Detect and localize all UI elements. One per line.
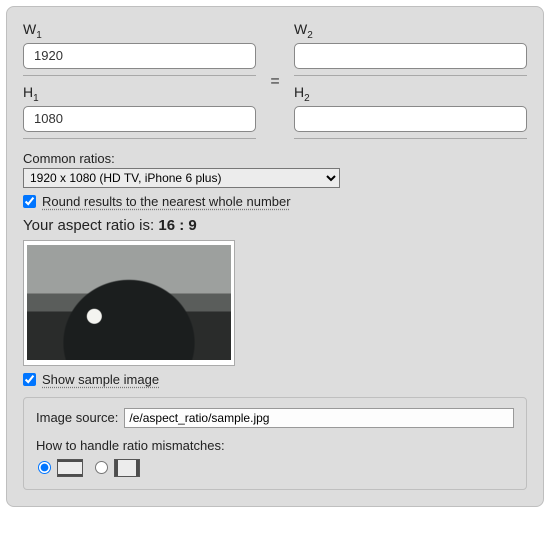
image-source-row: Image source: bbox=[36, 408, 514, 428]
common-ratios-select[interactable]: 1920 x 1080 (HD TV, iPhone 6 plus) bbox=[23, 168, 340, 188]
h1-input[interactable] bbox=[23, 106, 256, 132]
round-checkbox[interactable] bbox=[23, 195, 36, 208]
image-source-input[interactable] bbox=[124, 408, 514, 428]
round-label[interactable]: Round results to the nearest whole numbe… bbox=[42, 194, 291, 209]
round-row: Round results to the nearest whole numbe… bbox=[23, 194, 527, 209]
w2-input[interactable] bbox=[294, 43, 527, 69]
aspect-ratio-result: Your aspect ratio is: 16 : 9 bbox=[23, 217, 527, 234]
common-ratios-row: Common ratios: 1920 x 1080 (HD TV, iPhon… bbox=[23, 151, 527, 188]
sample-image bbox=[27, 245, 231, 360]
h1-group: H1 bbox=[23, 84, 256, 139]
sample-image-frame bbox=[23, 240, 235, 366]
letterbox-icon bbox=[57, 459, 83, 477]
aspect-ratio-panel: W1 H1 = W2 H2 Common ratios: 1920 x 1080… bbox=[6, 6, 544, 507]
h2-input[interactable] bbox=[294, 106, 527, 132]
image-source-label: Image source: bbox=[36, 410, 118, 425]
show-sample-checkbox[interactable] bbox=[23, 373, 36, 386]
result-prefix: Your aspect ratio is: bbox=[23, 217, 158, 234]
result-value: 16 : 9 bbox=[158, 217, 196, 234]
mismatch-radio-letterbox[interactable] bbox=[38, 461, 51, 474]
show-sample-label[interactable]: Show sample image bbox=[42, 372, 159, 387]
sample-settings-panel: Image source: How to handle ratio mismat… bbox=[23, 397, 527, 490]
mismatch-radio-pillarbox[interactable] bbox=[95, 461, 108, 474]
show-sample-row: Show sample image bbox=[23, 372, 527, 387]
h2-group: H2 bbox=[294, 84, 527, 139]
w1-label: W1 bbox=[23, 21, 256, 41]
mismatch-options bbox=[36, 459, 514, 477]
common-ratios-label: Common ratios: bbox=[23, 151, 527, 166]
mismatch-label: How to handle ratio mismatches: bbox=[36, 438, 514, 453]
dimensions-grid: W1 H1 = W2 H2 bbox=[23, 21, 527, 139]
w2-group: W2 bbox=[294, 21, 527, 76]
equals-sign: = bbox=[266, 69, 284, 91]
h2-label: H2 bbox=[294, 84, 527, 104]
w1-input[interactable] bbox=[23, 43, 256, 69]
w1-group: W1 bbox=[23, 21, 256, 76]
h1-label: H1 bbox=[23, 84, 256, 104]
pillarbox-icon bbox=[114, 459, 140, 477]
w2-label: W2 bbox=[294, 21, 527, 41]
